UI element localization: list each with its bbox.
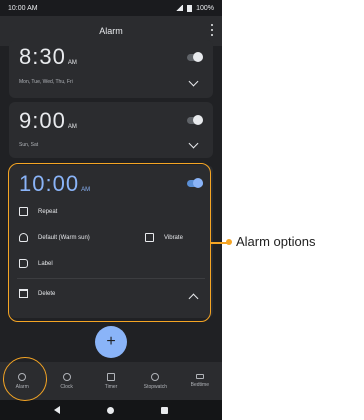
add-alarm-button[interactable]: + [95, 326, 127, 358]
system-nav-bar [0, 400, 222, 420]
chevron-down-icon[interactable] [188, 76, 199, 87]
battery-percent: 100% [196, 4, 214, 12]
tab-bedtime[interactable]: Bedtime [178, 362, 222, 400]
alarm-time[interactable]: 8:30 AM [19, 44, 77, 70]
alarm-options-highlight [8, 163, 211, 322]
signal-icon [176, 5, 184, 11]
alarm-card[interactable]: 8:30 AM Mon, Tue, Wed, Thu, Fri [9, 40, 213, 98]
status-time: 10:00 AM [8, 4, 38, 12]
page: 10:00 AM 100% Alarm 8:30 AM Mon, Tue, Wed… [0, 0, 364, 420]
callout-dot [226, 239, 232, 245]
alarm-toggle[interactable] [187, 115, 203, 125]
alarm-time[interactable]: 9:00 AM [19, 108, 77, 134]
stopwatch-icon [151, 372, 160, 381]
alarm-days: Sun, Sat [19, 142, 39, 148]
tab-stopwatch[interactable]: Stopwatch [133, 362, 177, 400]
clock-icon [62, 372, 71, 381]
plus-icon: + [106, 333, 116, 350]
callout-label: Alarm options [236, 234, 316, 249]
tab-clock[interactable]: Clock [44, 362, 88, 400]
alarm-days: Mon, Tue, Wed, Thu, Fri [19, 79, 73, 85]
battery-icon [187, 4, 193, 12]
page-title: Alarm [99, 26, 123, 36]
alarm-card[interactable]: 9:00 AM Sun, Sat [9, 102, 213, 158]
back-icon[interactable] [53, 406, 60, 414]
alarm-tab-highlight [3, 357, 47, 401]
bed-icon [195, 374, 204, 379]
alarm-toggle[interactable] [187, 52, 203, 62]
chevron-down-icon[interactable] [188, 138, 199, 149]
recents-icon[interactable] [161, 406, 169, 414]
tab-timer[interactable]: Timer [89, 362, 133, 400]
hourglass-icon [107, 372, 116, 381]
status-bar: 10:00 AM 100% [0, 0, 222, 16]
overflow-menu-icon[interactable] [211, 24, 214, 36]
home-icon[interactable] [106, 406, 114, 414]
status-icons: 100% [176, 4, 214, 12]
